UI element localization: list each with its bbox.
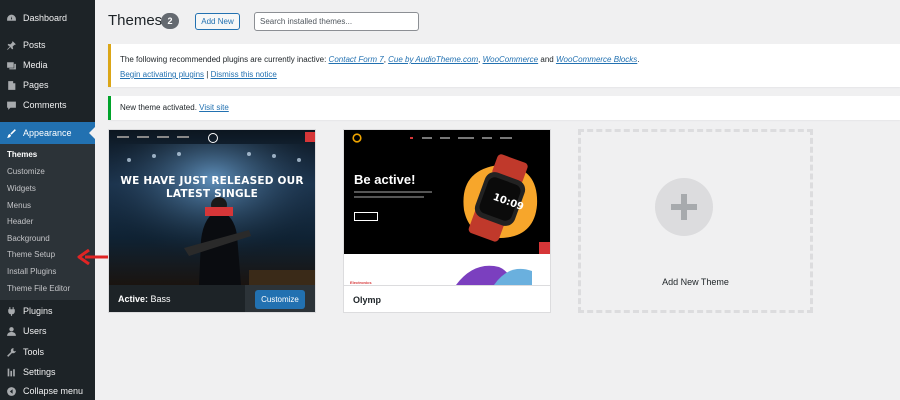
sidebar-item-label: Dashboard <box>23 13 68 23</box>
plugins-icon <box>6 306 17 317</box>
sidebar-item-label: Media <box>23 60 48 70</box>
submenu-item-theme-file-editor[interactable]: Theme File Editor <box>7 284 70 293</box>
screenshot-cta <box>354 212 378 221</box>
notice-separator: and <box>538 55 556 64</box>
submenu-item-background[interactable]: Background <box>7 234 50 243</box>
theme-count-badge: 2 <box>161 13 179 29</box>
plugin-link-woocommerce[interactable]: WooCommerce <box>483 55 539 64</box>
pin-icon <box>6 40 17 51</box>
submenu-item-header[interactable]: Header <box>7 217 33 226</box>
visit-site-link[interactable]: Visit site <box>199 103 229 112</box>
comments-icon <box>6 100 17 111</box>
active-prefix: Active: <box>118 294 149 304</box>
pages-icon <box>6 80 17 91</box>
sidebar-item-label: Users <box>23 326 47 336</box>
screenshot-text-line <box>354 196 424 198</box>
sidebar-item-label: Tools <box>23 347 45 357</box>
plus-icon <box>655 178 713 236</box>
appearance-submenu: Themes Customize Widgets Menus Header Ba… <box>0 144 95 300</box>
plugins-notice-text: The following recommended plugins are cu… <box>120 55 640 64</box>
sidebar-item-dashboard[interactable]: Dashboard <box>0 8 95 28</box>
dashboard-icon <box>6 13 17 24</box>
plugins-notice-actions: Begin activating plugins | Dismiss this … <box>120 70 277 79</box>
screenshot-cta <box>205 207 233 216</box>
sidebar-item-settings[interactable]: Settings <box>0 362 95 382</box>
sidebar-item-pages[interactable]: Pages <box>0 75 95 95</box>
screenshot-corner-badge <box>539 242 550 254</box>
admin-sidebar: Dashboard Posts Media Pages Comments App… <box>0 0 95 400</box>
theme-screenshot[interactable]: WE HAVE JUST RELEASED OUR LATEST SINGLE <box>109 130 315 285</box>
headline-line-2: LATEST SINGLE <box>165 188 259 200</box>
sidebar-item-posts[interactable]: Posts <box>0 35 95 55</box>
tools-icon <box>6 347 17 358</box>
media-icon <box>6 60 17 71</box>
sidebar-item-tools[interactable]: Tools <box>0 342 95 362</box>
screenshot-hero-title: Be active! <box>354 172 416 187</box>
submenu-item-menus[interactable]: Menus <box>7 201 31 210</box>
submenu-item-themes[interactable]: Themes <box>7 150 37 159</box>
plugin-link-cue[interactable]: Cue by AudioTheme.com <box>388 55 478 64</box>
notice-text: The following recommended plugins are cu… <box>120 55 329 64</box>
site-logo-icon <box>352 133 362 143</box>
sidebar-item-label: Collapse menu <box>23 386 84 396</box>
plugin-link-woocommerce-blocks[interactable]: WooCommerce Blocks <box>556 55 637 64</box>
sidebar-item-label: Pages <box>23 80 49 90</box>
screenshot-text-line <box>354 191 432 193</box>
plugins-notice: The following recommended plugins are cu… <box>108 44 900 87</box>
sidebar-item-label: Plugins <box>23 306 53 316</box>
search-input[interactable] <box>254 12 419 31</box>
sidebar-item-plugins[interactable]: Plugins <box>0 301 95 321</box>
submenu-item-customize[interactable]: Customize <box>7 167 45 176</box>
theme-name: Olymp <box>353 295 382 305</box>
product-image <box>456 265 532 285</box>
screenshot-headline: WE HAVE JUST RELEASED OUR LATEST SINGLE <box>109 175 315 201</box>
theme-activated-notice: New theme activated. Visit site <box>108 96 900 120</box>
theme-footer: Olymp <box>344 285 550 312</box>
site-logo-icon <box>208 133 218 143</box>
collapse-menu-button[interactable]: Collapse menu <box>0 381 95 400</box>
submenu-item-widgets[interactable]: Widgets <box>7 184 36 193</box>
sidebar-item-users[interactable]: Users <box>0 321 95 341</box>
activated-notice-text: New theme activated. Visit site <box>120 103 229 112</box>
theme-name-text: Bass <box>148 294 171 304</box>
theme-footer: Active: Bass Customize <box>109 285 315 312</box>
sidebar-item-label: Appearance <box>23 128 72 138</box>
users-icon <box>6 326 17 337</box>
plugin-link-contact-form[interactable]: Contact Form 7 <box>329 55 384 64</box>
customize-label: Customize <box>255 290 305 309</box>
headline-line-1: WE HAVE JUST RELEASED OUR <box>120 175 304 187</box>
theme-screenshot[interactable]: Be active! 10:09 Electronics <box>344 130 550 285</box>
smartwatch-image: 10:09 <box>463 154 538 242</box>
dismiss-notice-link[interactable]: Dismiss this notice <box>211 70 277 79</box>
notice-text: New theme activated. <box>120 103 200 112</box>
screenshot-corner-badge <box>305 132 315 142</box>
sidebar-item-label: Settings <box>23 367 56 377</box>
screenshot-nav <box>410 137 530 139</box>
customize-button[interactable]: Customize <box>245 285 315 312</box>
settings-icon <box>6 367 17 378</box>
sidebar-item-label: Posts <box>23 40 46 50</box>
paintbrush-icon <box>6 128 17 139</box>
add-new-theme-card[interactable]: Add New Theme <box>578 129 813 313</box>
collapse-icon <box>6 386 17 397</box>
begin-activating-plugins-link[interactable]: Begin activating plugins <box>120 70 204 79</box>
submenu-item-theme-setup[interactable]: Theme Setup <box>7 250 55 259</box>
add-new-theme-label: Add New Theme <box>662 277 729 287</box>
theme-card-olymp[interactable]: Be active! 10:09 Electronics Olymp <box>343 129 551 313</box>
sidebar-item-media[interactable]: Media <box>0 55 95 75</box>
submenu-item-install-plugins[interactable]: Install Plugins <box>7 267 56 276</box>
page-title: Themes <box>108 12 163 29</box>
sidebar-item-appearance[interactable]: Appearance <box>0 122 95 144</box>
add-new-button[interactable]: Add New <box>195 13 240 30</box>
theme-name: Active: Bass <box>118 294 171 304</box>
notice-period: . <box>637 55 640 64</box>
theme-card-bass[interactable]: WE HAVE JUST RELEASED OUR LATEST SINGLE … <box>108 129 316 313</box>
sidebar-item-label: Comments <box>23 100 67 110</box>
sidebar-item-comments[interactable]: Comments <box>0 95 95 115</box>
